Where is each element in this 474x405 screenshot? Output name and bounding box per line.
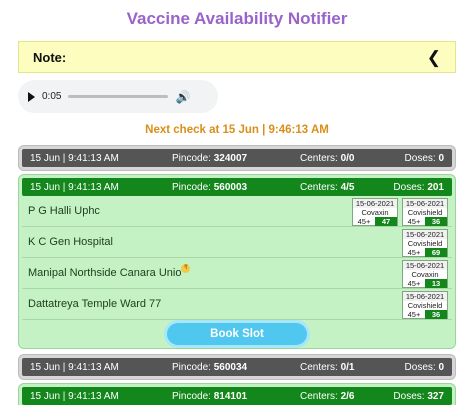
slot-vaccine: Covishield — [407, 301, 443, 310]
centers-value: 2/6 — [340, 390, 355, 402]
slot-vaccine: Covishield — [407, 208, 443, 217]
slot-vaccine: Covaxin — [361, 208, 389, 217]
slot-date: 15-06-2021 — [403, 292, 447, 301]
slot-count: 69 — [425, 248, 447, 257]
slot-count: 36 — [425, 217, 447, 226]
center-name: Manipal Northside Canara Unio — [28, 267, 182, 279]
result-timestamp: 15 Jun | 9:41:13 AM — [30, 361, 119, 373]
centers-label: Centers: — [300, 361, 338, 373]
next-check-text: Next check at 15 Jun | 9:46:13 AM — [145, 124, 329, 136]
result-timestamp: 15 Jun | 9:41:13 AM — [30, 390, 119, 402]
pincode-label: Pincode: — [172, 152, 211, 164]
centers-label: Centers: — [300, 152, 338, 164]
result-header: 15 Jun | 9:41:13 AM Pincode: 560003 Cent… — [22, 178, 452, 196]
result-card-814101: 15 Jun | 9:41:13 AM Pincode: 814101 Cent… — [18, 383, 456, 405]
centers-label: Centers: — [300, 181, 338, 193]
slot-age: 45+ — [407, 217, 421, 226]
pincode-label: Pincode: — [172, 390, 211, 402]
result-card-324007: 15 Jun | 9:41:13 AM Pincode: 324007 Cent… — [18, 145, 456, 171]
slot-date: 15-06-2021 — [403, 199, 447, 208]
doses-value: 327 — [427, 390, 444, 402]
pincode-label: Pincode: — [172, 181, 211, 193]
book-slot-button[interactable]: Book Slot — [167, 323, 307, 345]
audio-time: 0:05 — [42, 91, 62, 102]
slot-chip: 15-06-2021 Covaxin 45+ 13 — [402, 260, 448, 288]
result-timestamp: 15 Jun | 9:41:13 AM — [30, 181, 119, 193]
pincode-value: 560034 — [213, 361, 248, 373]
pincode-value: 814101 — [213, 390, 248, 402]
note-label: Note: — [33, 49, 67, 65]
centers-value: 4/5 — [340, 181, 355, 193]
pincode-value: 560003 — [213, 181, 248, 193]
audio-player: 0:05 🔊 — [18, 80, 218, 113]
note-panel[interactable]: Note: ❮ — [18, 41, 456, 73]
slot-count: 36 — [425, 310, 447, 319]
center-row: K C Gen Hospital 15-06-2021 Covishield 4… — [22, 227, 452, 258]
pincode-label: Pincode: — [172, 361, 211, 373]
result-timestamp: 15 Jun | 9:41:13 AM — [30, 152, 119, 164]
result-card-560034: 15 Jun | 9:41:13 AM Pincode: 560034 Cent… — [18, 354, 456, 380]
app-title: Vaccine Availability Notifier — [126, 9, 348, 28]
slot-date: 15-06-2021 — [403, 261, 447, 270]
slot-age: 45+ — [407, 279, 421, 288]
pincode-value: 324007 — [213, 152, 248, 164]
centers-value: 0/0 — [340, 152, 355, 164]
chevron-left-icon[interactable]: ❮ — [427, 49, 441, 66]
result-header: 15 Jun | 9:41:13 AM Pincode: 814101 Cent… — [22, 387, 452, 405]
paid-badge-icon: ₹ — [181, 264, 191, 273]
slot-chip: 15-06-2021 Covishield 45+ 36 — [402, 291, 448, 319]
slot-age: 45+ — [407, 248, 421, 257]
result-card-560003: 15 Jun | 9:41:13 AM Pincode: 560003 Cent… — [18, 174, 456, 349]
centers-value: 0/1 — [340, 361, 355, 373]
center-row: P G Halli Uphc 15-06-2021 Covaxin 45+ 47 … — [22, 196, 452, 227]
doses-label: Doses: — [404, 152, 436, 164]
slot-chip: 15-06-2021 Covishield 45+ 69 — [402, 229, 448, 257]
doses-value: 0 — [438, 361, 444, 373]
result-header: 15 Jun | 9:41:13 AM Pincode: 324007 Cent… — [22, 149, 452, 167]
slot-date: 15-06-2021 — [353, 199, 397, 208]
slot-age: 45+ — [357, 217, 371, 226]
doses-value: 201 — [427, 181, 444, 193]
doses-label: Doses: — [404, 361, 436, 373]
center-row: Dattatreya Temple Ward 77 15-06-2021 Cov… — [22, 289, 452, 320]
slot-chip: 15-06-2021 Covaxin 45+ 47 — [352, 198, 398, 226]
volume-icon[interactable]: 🔊 — [175, 90, 190, 104]
center-name: Dattatreya Temple Ward 77 — [28, 298, 162, 310]
center-name: P G Halli Uphc — [28, 205, 100, 217]
play-icon[interactable] — [28, 91, 35, 102]
slot-count: 13 — [425, 279, 447, 288]
slot-vaccine: Covishield — [407, 239, 443, 248]
centers-label: Centers: — [300, 390, 338, 402]
slot-date: 15-06-2021 — [403, 230, 447, 239]
result-header: 15 Jun | 9:41:13 AM Pincode: 560034 Cent… — [22, 358, 452, 376]
audio-progress-track[interactable] — [68, 95, 169, 98]
doses-label: Doses: — [393, 390, 425, 402]
center-name: K C Gen Hospital — [28, 236, 113, 248]
center-row: Manipal Northside Canara Unio ₹ 15-06-202… — [22, 258, 452, 289]
slot-vaccine: Covaxin — [411, 270, 439, 279]
doses-label: Doses: — [393, 181, 425, 193]
slot-age: 45+ — [407, 310, 421, 319]
doses-value: 0 — [438, 152, 444, 164]
slot-count: 47 — [375, 217, 397, 226]
slot-chip: 15-06-2021 Covishield 45+ 36 — [402, 198, 448, 226]
